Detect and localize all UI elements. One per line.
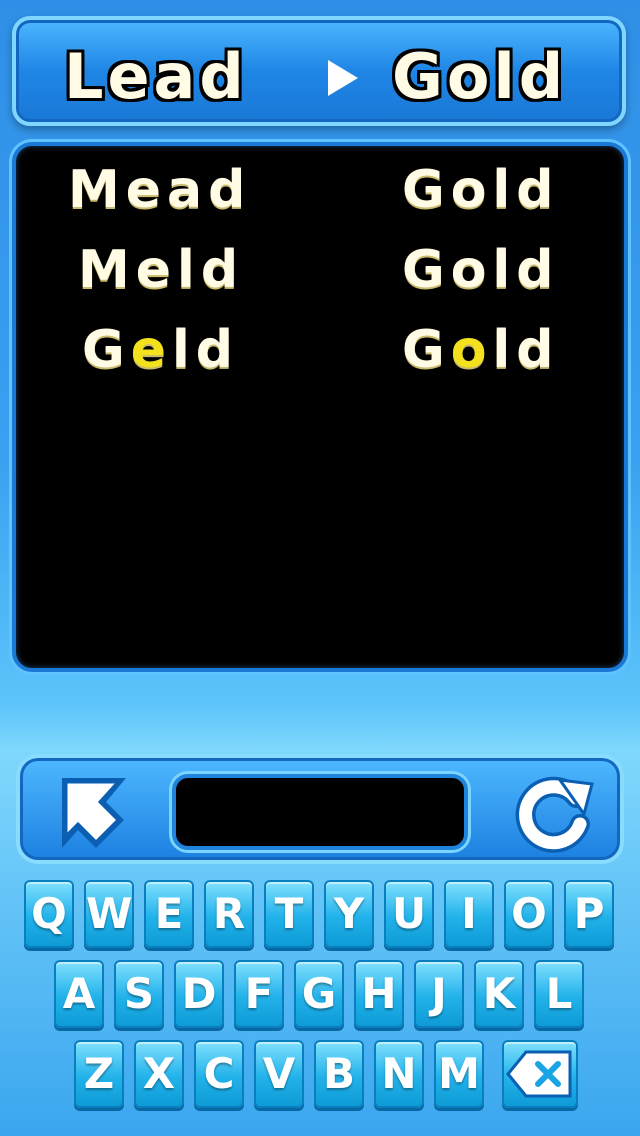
board-word-right-2: Gold <box>402 240 560 300</box>
arrow-right-icon <box>328 60 358 96</box>
key-q[interactable]: Q <box>24 880 74 948</box>
target-word: Gold <box>392 40 568 113</box>
board-word-left-1: Mead <box>68 160 252 220</box>
backspace-icon <box>506 1050 572 1098</box>
key-w[interactable]: W <box>84 880 134 948</box>
backspace-key[interactable] <box>502 1040 578 1108</box>
key-d[interactable]: D <box>174 960 224 1028</box>
key-c[interactable]: C <box>194 1040 244 1108</box>
key-g[interactable]: G <box>294 960 344 1028</box>
key-s[interactable]: S <box>114 960 164 1028</box>
key-o[interactable]: O <box>504 880 554 948</box>
key-n[interactable]: N <box>374 1040 424 1108</box>
key-r[interactable]: R <box>204 880 254 948</box>
header-bar: Lead Gold <box>12 16 626 126</box>
key-l[interactable]: L <box>534 960 584 1028</box>
start-word: Lead <box>64 40 248 113</box>
board-word-left-2: Meld <box>78 240 245 300</box>
key-x[interactable]: X <box>134 1040 184 1108</box>
board-word-left-3: Geld <box>82 320 240 380</box>
key-t[interactable]: T <box>264 880 314 948</box>
key-p[interactable]: P <box>564 880 614 948</box>
board-word-right-1: Gold <box>402 160 560 220</box>
key-h[interactable]: H <box>354 960 404 1028</box>
key-m[interactable]: M <box>434 1040 484 1108</box>
key-u[interactable]: U <box>384 880 434 948</box>
answer-field[interactable] <box>172 774 468 850</box>
arrow-up-left-icon <box>62 778 126 848</box>
board-word-right-3: Gold <box>402 320 560 380</box>
key-j[interactable]: J <box>414 960 464 1028</box>
key-i[interactable]: I <box>444 880 494 948</box>
key-e[interactable]: E <box>144 880 194 948</box>
hint-button[interactable] <box>54 772 136 854</box>
restart-icon <box>515 776 594 853</box>
control-bar <box>16 754 624 864</box>
key-b[interactable]: B <box>314 1040 364 1108</box>
key-k[interactable]: K <box>474 960 524 1028</box>
restart-button[interactable] <box>514 772 596 854</box>
key-a[interactable]: A <box>54 960 104 1028</box>
key-y[interactable]: Y <box>324 880 374 948</box>
key-z[interactable]: Z <box>74 1040 124 1108</box>
word-board: Mead Gold Meld Gold Geld Gold <box>12 142 628 672</box>
key-f[interactable]: F <box>234 960 284 1028</box>
key-v[interactable]: V <box>254 1040 304 1108</box>
